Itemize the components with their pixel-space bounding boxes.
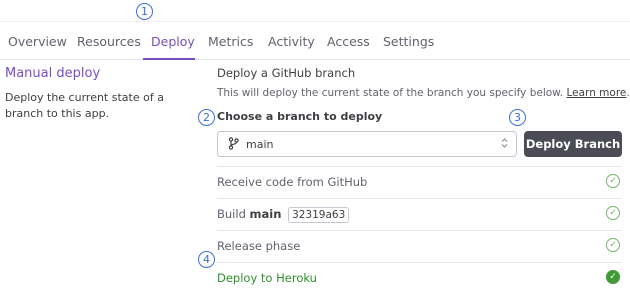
github-section-description: This will deploy the current state of th… — [217, 87, 630, 99]
branch-select[interactable]: main — [217, 131, 517, 157]
git-branch-icon — [228, 137, 239, 150]
chevron-updown-icon — [501, 137, 508, 149]
build-prefix: Build — [217, 207, 246, 221]
check-circle-icon: ✓ — [606, 206, 620, 220]
callout-3: 3 — [509, 109, 526, 126]
build-branch: main — [249, 207, 282, 221]
callout-2: 2 — [198, 109, 215, 126]
step-release-phase: Release phase ✓ — [217, 232, 622, 263]
manual-deploy-description: Deploy the current state of a branch to … — [5, 91, 164, 120]
tab-resources[interactable]: Resources — [77, 34, 141, 49]
tab-deploy[interactable]: Deploy — [151, 34, 195, 49]
learn-more-link[interactable]: Learn more — [567, 87, 627, 99]
step-build: Build main 32319a63 ✓ — [217, 200, 622, 231]
callout-1: 1 — [136, 3, 153, 20]
check-circle-icon: ✓ — [606, 174, 620, 188]
step-label: Deploy to Heroku — [217, 271, 317, 285]
commit-hash[interactable]: 32319a63 — [288, 207, 350, 223]
check-circle-icon: ✓ — [606, 238, 620, 252]
step-label: Receive code from GitHub — [217, 175, 368, 189]
step-divider — [217, 262, 622, 263]
manual-deploy-title: Manual deploy — [5, 66, 101, 81]
step-divider — [217, 166, 622, 167]
active-tab-indicator — [143, 58, 195, 60]
tab-activity[interactable]: Activity — [268, 34, 315, 49]
github-section-title: Deploy a GitHub branch — [217, 66, 356, 80]
top-band — [0, 0, 630, 22]
deploy-branch-button[interactable]: Deploy Branch — [524, 131, 622, 157]
check-circle-filled-icon: ✓ — [606, 270, 620, 284]
tab-access[interactable]: Access — [327, 34, 370, 49]
tab-settings[interactable]: Settings — [383, 34, 434, 49]
step-label: Build main 32319a63 — [217, 207, 350, 223]
tab-metrics[interactable]: Metrics — [208, 34, 253, 49]
choose-branch-label: Choose a branch to deploy — [217, 110, 383, 123]
branch-select-value: main — [246, 138, 274, 151]
github-description-text: This will deploy the current state of th… — [217, 87, 564, 99]
tab-bar: Overview Resources Deploy Metrics Activi… — [0, 24, 630, 60]
step-divider — [217, 198, 622, 199]
callout-4: 4 — [198, 251, 215, 268]
step-deploy-heroku: Deploy to Heroku ✓ — [217, 264, 622, 292]
step-divider — [217, 230, 622, 231]
description-period: . — [626, 87, 630, 99]
step-receive-code: Receive code from GitHub ✓ — [217, 168, 622, 199]
step-label: Release phase — [217, 239, 301, 253]
tab-overview[interactable]: Overview — [8, 34, 67, 49]
